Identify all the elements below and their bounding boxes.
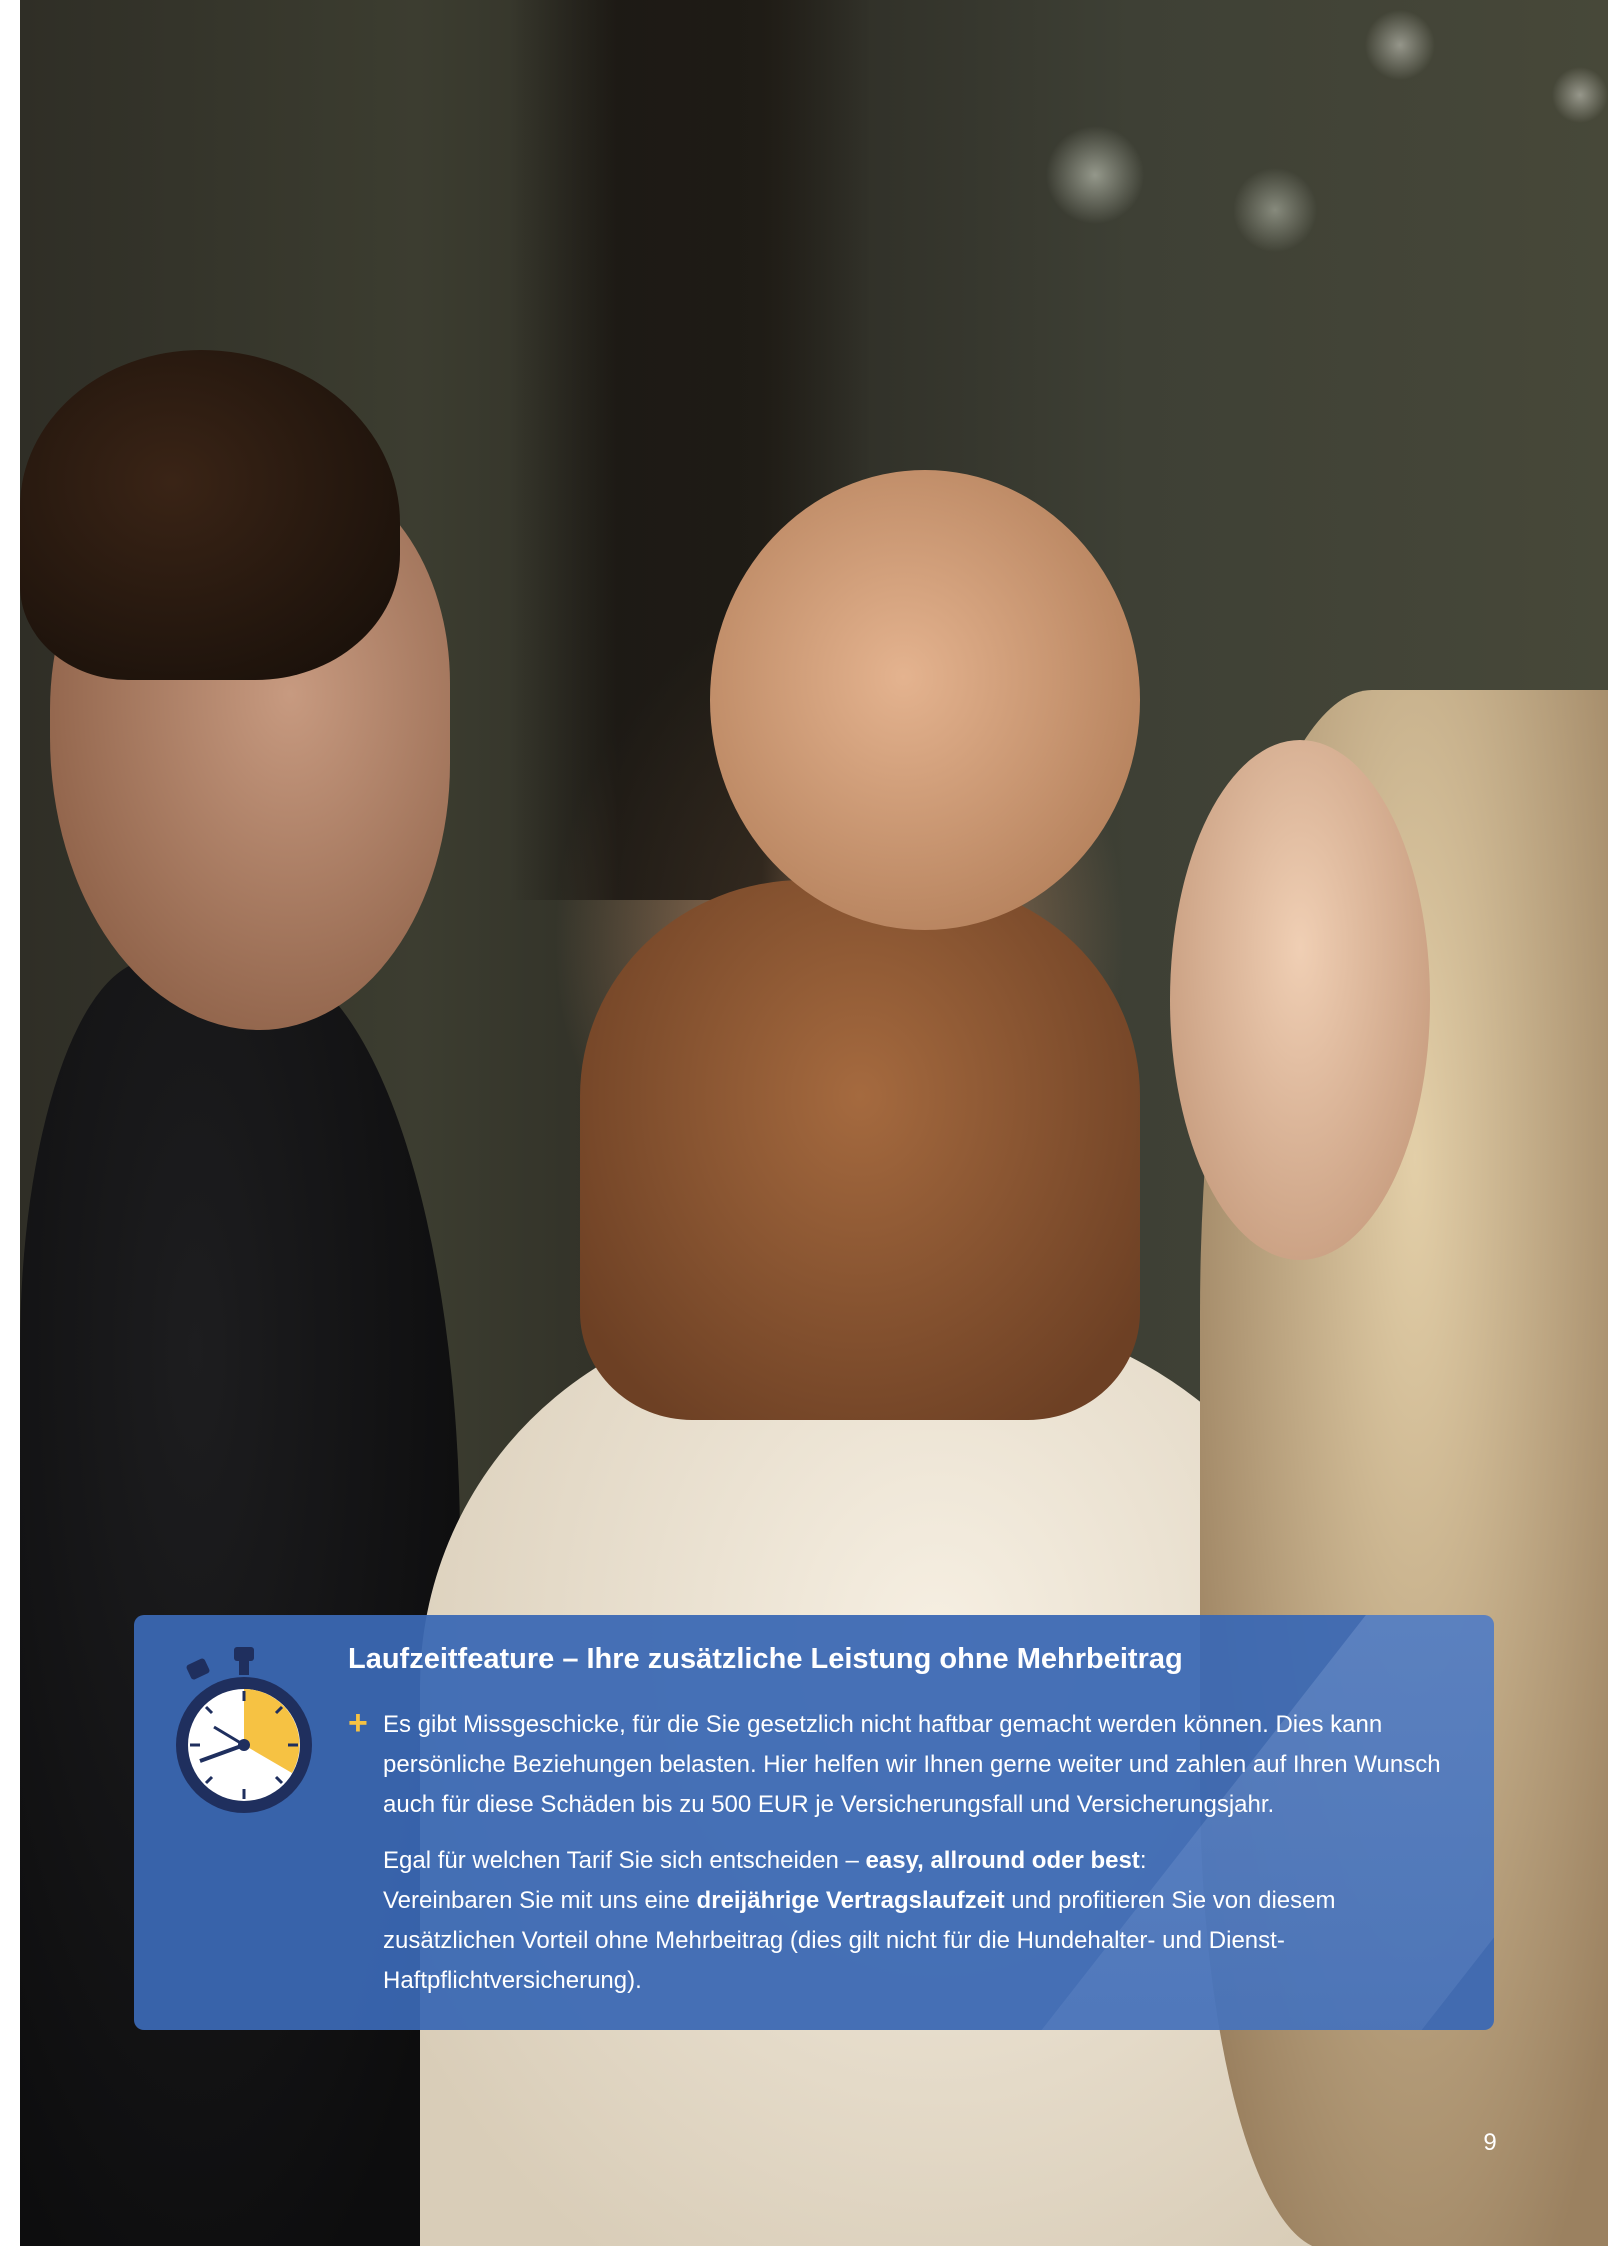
stopwatch-icon — [176, 1647, 312, 1813]
info-box: Laufzeitfeature – Ihre zusätzliche Leist… — [134, 1615, 1494, 2030]
paragraph-2-colon: : — [1139, 1847, 1147, 1874]
page-number: 9 — [1483, 2129, 1497, 2156]
info-paragraph-1: + Es gibt Missgeschicke, für die Sie ges… — [348, 1704, 1458, 1825]
paragraph-1-text: Es gibt Missgeschicke, für die Sie geset… — [383, 1711, 1441, 1818]
woman-face — [1170, 740, 1430, 1260]
plus-icon: + — [348, 1704, 368, 1742]
paragraph-2-lead: Egal für welchen Tarif Sie sich entschei… — [383, 1847, 866, 1874]
baby-head — [710, 470, 1140, 930]
info-title: Laufzeitfeature – Ihre zusätzliche Leist… — [348, 1643, 1183, 1675]
paragraph-2-line2-start: Vereinbaren Sie mit uns eine — [383, 1887, 697, 1914]
tariff-names: easy, allround oder best — [865, 1847, 1140, 1874]
contract-duration: dreijährige Vertragslaufzeit — [696, 1887, 1005, 1914]
info-content: Laufzeitfeature – Ihre zusätzliche Leist… — [348, 1641, 1458, 2001]
info-paragraph-2: Egal für welchen Tarif Sie sich entschei… — [348, 1841, 1458, 2001]
baby-figure — [580, 880, 1140, 1420]
man-hair — [20, 350, 400, 680]
man-figure — [20, 960, 460, 2246]
